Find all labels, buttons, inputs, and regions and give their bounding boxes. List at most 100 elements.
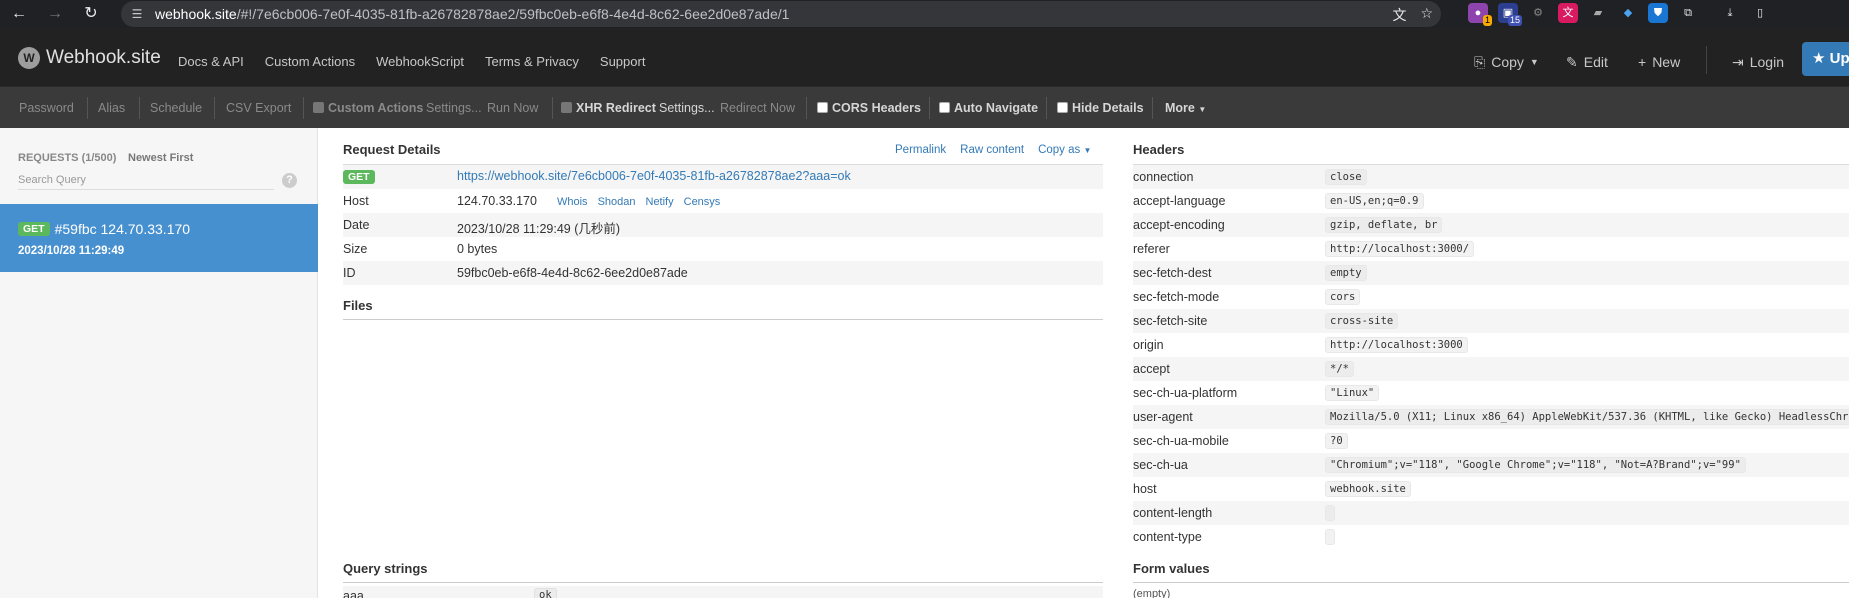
extension-badge: 15: [1507, 15, 1522, 26]
sort-toggle[interactable]: Newest First: [128, 152, 193, 164]
header-row: accept-encoding gzip, deflate, br: [1133, 213, 1849, 237]
header-value: "Chromium";v="118", "Google Chrome";v="1…: [1325, 457, 1746, 473]
reload-icon[interactable]: ↻: [80, 3, 102, 25]
webhook-logo-icon: W: [18, 47, 40, 69]
search-input[interactable]: Search Query: [18, 172, 274, 190]
auto-navigate-checkbox[interactable]: [939, 102, 950, 113]
url-text[interactable]: webhook.site/#!/7e6cb006-7e0f-4035-81fb-…: [155, 6, 789, 22]
header-value: "Linux": [1325, 385, 1380, 401]
query-strings-title: Query strings: [343, 561, 428, 576]
request-time: 2023/10/28 11:29:49: [18, 245, 125, 257]
custom-actions-toggle[interactable]: Custom Actions: [313, 101, 423, 115]
header-value: [1325, 505, 1335, 521]
size-label: Size: [343, 242, 368, 256]
copy-icon: ⎘: [1474, 54, 1486, 70]
header-name: sec-fetch-site: [1133, 314, 1208, 328]
puzzle-icon[interactable]: ⧉: [1678, 3, 1698, 23]
host-value: 124.70.33.170: [457, 194, 537, 208]
edit-button[interactable]: ✎ Edit: [1566, 54, 1608, 71]
method-badge: GET: [343, 170, 375, 184]
hat-extension-icon[interactable]: ▰: [1588, 3, 1608, 23]
header-row: sec-ch-ua "Chromium";v="118", "Google Chr…: [1133, 453, 1849, 477]
login-button[interactable]: ⇥ Login: [1732, 54, 1784, 71]
date-value: 2023/10/28 11:29:49 (几秒前): [457, 222, 621, 236]
copy-dropdown[interactable]: ⎘ Copy ▼: [1474, 54, 1539, 71]
header-name: sec-fetch-mode: [1133, 290, 1220, 304]
custom-actions-checkbox[interactable]: [313, 102, 324, 113]
xhr-redirect-toggle[interactable]: XHR Redirect: [561, 101, 656, 115]
shield-extension-icon[interactable]: ⛊: [1648, 3, 1668, 23]
hide-details-checkbox[interactable]: [1057, 102, 1068, 113]
gear-extension-icon[interactable]: ⚙: [1528, 3, 1548, 23]
copy-as-label: Copy as: [1038, 144, 1081, 156]
shodan-link[interactable]: Shodan: [598, 196, 636, 208]
xhr-redirect-checkbox[interactable]: [561, 102, 572, 113]
cors-checkbox[interactable]: [817, 102, 828, 113]
back-icon[interactable]: ←: [8, 3, 30, 25]
password-button[interactable]: Password: [19, 101, 74, 115]
toolbar-divider: [806, 97, 807, 119]
toolbar-divider: [303, 97, 304, 119]
more-label: More: [1165, 101, 1195, 115]
raw-content-link[interactable]: Raw content: [960, 144, 1024, 156]
nav-docs-api[interactable]: Docs & API: [178, 54, 244, 69]
request-url-link[interactable]: https://webhook.site/7e6cb006-7e0f-4035-…: [457, 169, 851, 183]
extension-icon[interactable]: ● 1: [1468, 3, 1492, 26]
netify-link[interactable]: Netify: [646, 196, 674, 208]
date-row: Date 2023/10/28 11:29:49 (几秒前): [343, 213, 1103, 237]
header-row: user-agent Mozilla/5.0 (X11; Linux x86_64…: [1133, 405, 1849, 429]
censys-link[interactable]: Censys: [684, 196, 721, 208]
help-icon[interactable]: ?: [282, 173, 297, 188]
download-icon[interactable]: ⤓: [1720, 3, 1740, 23]
nav-terms-privacy[interactable]: Terms & Privacy: [485, 54, 579, 69]
copy-as-dropdown[interactable]: Copy as ▼: [1038, 144, 1091, 156]
redirect-now-button[interactable]: Redirect Now: [720, 101, 795, 115]
login-label: Login: [1749, 54, 1784, 70]
header-name: user-agent: [1133, 410, 1193, 424]
alias-button[interactable]: Alias: [98, 101, 125, 115]
request-list-item[interactable]: GET #59fbc 124.70.33.170 2023/10/28 11:2…: [0, 204, 318, 272]
more-dropdown[interactable]: More ▼: [1165, 101, 1206, 115]
auto-navigate-toggle[interactable]: Auto Navigate: [939, 101, 1038, 115]
permalink-link[interactable]: Permalink: [895, 144, 946, 156]
bookmark-star-icon[interactable]: ☆: [1420, 5, 1433, 25]
nav-support[interactable]: Support: [600, 54, 646, 69]
gem-extension-icon[interactable]: ◆: [1618, 3, 1638, 23]
sidepanel-icon[interactable]: ▯: [1750, 3, 1770, 23]
new-button[interactable]: + New: [1638, 54, 1680, 70]
nav-webhookscript[interactable]: WebhookScript: [376, 54, 464, 69]
whois-link[interactable]: Whois: [557, 196, 588, 208]
schedule-button[interactable]: Schedule: [150, 101, 202, 115]
brand[interactable]: W Webhook.site: [18, 47, 161, 69]
host-label: Host: [343, 194, 369, 208]
csv-export-button[interactable]: CSV Export: [226, 101, 291, 115]
url-path: /#!/7e6cb006-7e0f-4035-81fb-a26782878ae2…: [236, 6, 790, 22]
nav-custom-actions[interactable]: Custom Actions: [265, 54, 355, 69]
header-row: accept-language en-US,en;q=0.9: [1133, 189, 1849, 213]
upgrade-button[interactable]: ★ Up: [1802, 42, 1849, 76]
header-row: host webhook.site: [1133, 477, 1849, 501]
id-value: 59fbc0eb-e6f8-4e4d-8c62-6ee2d0e87ade: [457, 266, 688, 280]
address-bar[interactable]: ☰ webhook.site/#!/7e6cb006-7e0f-4035-81f…: [121, 1, 1441, 27]
hide-details-label: Hide Details: [1072, 101, 1144, 115]
form-values-empty: (empty): [1133, 588, 1171, 598]
header-value: ?0: [1325, 433, 1348, 449]
xhr-settings[interactable]: Settings...: [659, 101, 715, 115]
login-icon: ⇥: [1732, 54, 1744, 70]
extension-icon[interactable]: ▣ 15: [1498, 3, 1522, 26]
cors-headers-toggle[interactable]: CORS Headers: [817, 101, 921, 115]
header-name: sec-ch-ua: [1133, 458, 1188, 472]
header-value: Mozilla/5.0 (X11; Linux x86_64) AppleWeb…: [1325, 409, 1849, 425]
run-now-button[interactable]: Run Now: [487, 101, 538, 115]
site-info-icon[interactable]: ☰: [129, 6, 145, 22]
files-title: Files: [343, 298, 373, 313]
header-row: content-type: [1133, 525, 1849, 549]
hide-details-toggle[interactable]: Hide Details: [1057, 101, 1144, 115]
custom-actions-settings[interactable]: Settings...: [426, 101, 482, 115]
query-key: aaa: [343, 589, 364, 598]
auto-navigate-label: Auto Navigate: [954, 101, 1039, 115]
translate-icon[interactable]: 文: [1392, 5, 1406, 25]
forward-icon[interactable]: →: [44, 3, 66, 25]
translate-extension-icon[interactable]: 文: [1558, 3, 1578, 23]
divider: [343, 319, 1103, 320]
